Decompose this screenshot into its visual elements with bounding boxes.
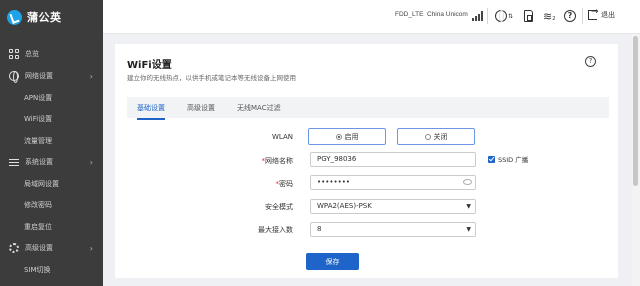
sidebar-item-label: 系统设置 [25,158,53,166]
sidebar-item-reboot-reset[interactable]: 重启复位 [0,217,103,237]
max-clients-value: 8 [317,225,322,233]
logout-icon [588,7,599,20]
tab-advanced-settings[interactable]: 高级设置 [187,103,215,118]
password-value: •••••••• [317,178,351,186]
scrollbar-thumb[interactable] [633,36,638,186]
password-input[interactable]: •••••••• [310,175,476,190]
tab-basic-settings[interactable]: 基础设置 [137,103,165,120]
sidebar: 蒲公英 总览 网络设置 › APN设置 WiFi设置 流量管理 系统设置 › 局… [0,0,103,286]
logout-label: 退出 [601,11,615,19]
ssid-broadcast-checkbox[interactable]: SSID 广播 [488,154,528,164]
sidebar-item-traffic-management[interactable]: 流量管理 [0,131,103,151]
wifi-settings-card: WiFi设置 建立你的无线热点，以供手机或笔记本等无线设备上网使用 ? 基础设置… [115,44,618,278]
sidebar-item-label: WiFi设置 [24,115,53,123]
max-clients-select[interactable]: 8 ▼ [310,222,476,237]
ssid-input[interactable]: PGY_98036 [310,152,476,167]
divider [582,8,583,24]
password-label-text: 密码 [279,180,293,188]
sidebar-item-label: 局域网设置 [24,180,59,188]
eye-icon[interactable] [463,179,472,185]
help-circle-icon[interactable]: ? [564,9,576,23]
save-button[interactable]: 保存 [306,253,359,270]
ssid-value: PGY_98036 [317,155,357,163]
chevron-right-icon: › [89,71,93,81]
globe-icon [8,70,20,83]
tab-bar: 基础设置 高级设置 无线MAC过滤 [127,97,609,120]
ssid-broadcast-label: SSID 广播 [498,156,529,164]
chevron-right-icon: › [89,157,93,167]
sliders-icon [8,156,20,168]
wlan-disable-radio[interactable]: 关闭 [397,128,475,145]
top-bar: FDD_LTE China Unicom ⇅ ≋2 ? 退出 [103,0,640,34]
sidebar-item-system-settings[interactable]: 系统设置 › [0,152,103,172]
wlan-label: WLAN [271,133,293,141]
wlan-enable-radio[interactable]: 启用 [308,128,386,145]
network-type: FDD_LTE [395,11,424,18]
signal-strength-icon [472,9,483,23]
dandelion-logo-icon [7,9,22,25]
page-title: WiFi设置 [127,60,172,71]
sidebar-item-wifi-settings[interactable]: WiFi设置 [0,109,103,129]
sidebar-item-sim-switch[interactable]: SIM切换 [0,260,103,280]
gear-icon [8,242,20,254]
ssid-label: *网络名称 [233,156,294,166]
checkbox-checked-icon [488,155,495,163]
security-mode-label: 安全模式 [265,203,293,211]
tab-mac-filter[interactable]: 无线MAC过滤 [237,103,281,118]
carrier-name: China Unicom [427,11,468,18]
wlan-disable-label: 关闭 [433,132,448,141]
sidebar-item-label: 流量管理 [24,137,52,145]
sidebar-item-label: 总览 [25,50,39,58]
sidebar-item-label: 重启复位 [24,223,52,231]
globe-status-icon[interactable]: ⇅ [495,9,513,23]
logout-button[interactable]: 退出 [588,7,615,20]
sidebar-item-apn-settings[interactable]: APN设置 [0,88,103,108]
sidebar-item-lan-settings[interactable]: 局域网设置 [0,174,103,194]
help-icon[interactable]: ? [585,56,596,67]
dropdown-arrow-icon: ▼ [466,203,471,210]
sidebar-item-overview[interactable]: 总览 [0,44,103,64]
sidebar-item-label: 高级设置 [25,244,53,252]
chevron-right-icon: › [89,243,93,253]
sidebar-item-advanced-settings[interactable]: 高级设置 › [0,238,103,258]
security-mode-select[interactable]: WPA2(AES)-PSK ▼ [310,199,476,214]
password-label: *密码 [233,179,294,189]
sim-card-icon[interactable] [524,9,533,23]
wlan-enable-label: 启用 [344,132,359,141]
security-mode-value: WPA2(AES)-PSK [317,202,372,210]
brand-name: 蒲公英 [27,11,62,24]
sidebar-item-network-settings[interactable]: 网络设置 › [0,66,103,86]
sidebar-item-change-password[interactable]: 修改密码 [0,195,103,215]
divider [487,8,488,24]
wifi-count: 2 [552,16,556,22]
wifi-icon[interactable]: ≋ 2 [543,9,555,23]
max-clients-label: 最大接入数 [258,226,293,234]
sidebar-item-label: 网络设置 [25,72,53,80]
sidebar-item-label: APN设置 [24,94,53,102]
dropdown-arrow-icon: ▼ [466,226,471,233]
ssid-label-text: 网络名称 [265,157,293,165]
sidebar-item-label: SIM切换 [24,266,51,274]
dashboard-icon [8,48,20,60]
sidebar-item-label: 修改密码 [24,201,52,209]
radio-selected-icon [335,133,342,140]
radio-unselected-icon [424,133,431,140]
brand-logo[interactable]: 蒲公英 [0,0,103,34]
page-subtitle: 建立你的无线热点，以供手机或笔记本等无线设备上网使用 [127,74,296,82]
